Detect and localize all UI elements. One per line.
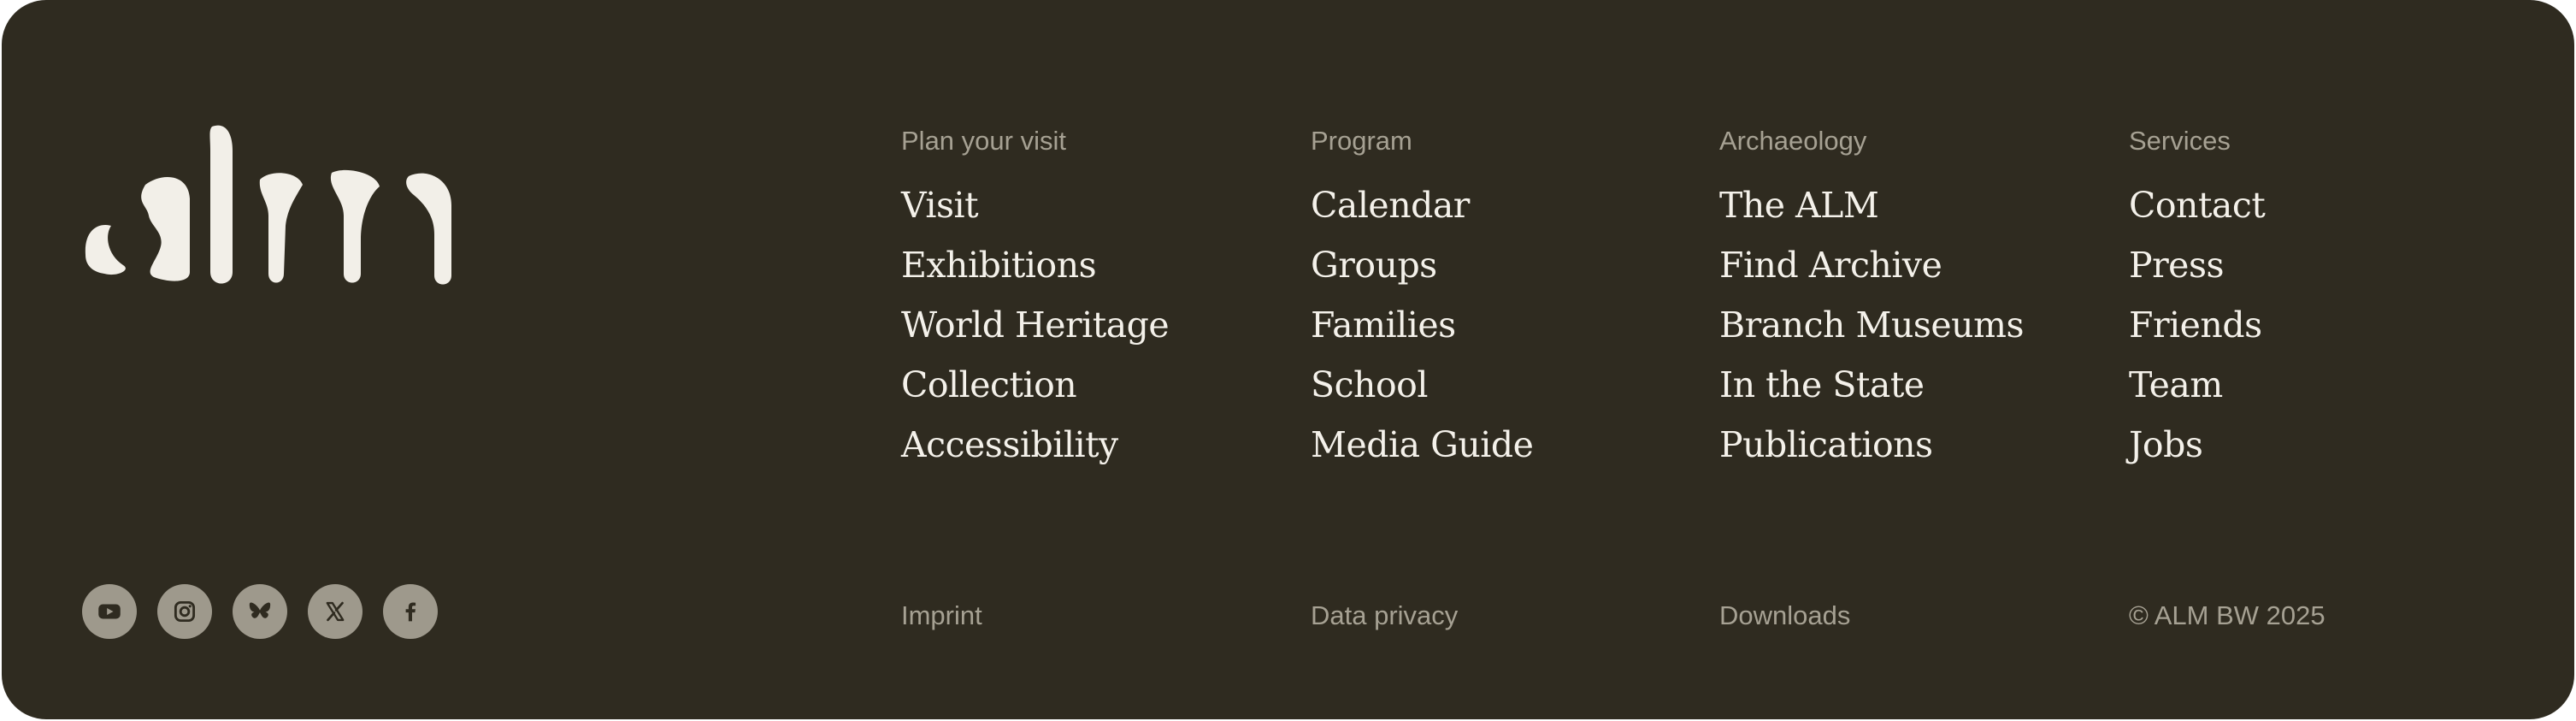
youtube-button[interactable] xyxy=(82,584,137,639)
footer-link-press[interactable]: Press xyxy=(2129,235,2265,295)
footer-link-jobs[interactable]: Jobs xyxy=(2129,415,2265,475)
link-list: Contact Press Friends Team Jobs xyxy=(2129,175,2266,475)
footer-link-friends[interactable]: Friends xyxy=(2129,295,2265,355)
footer-link-publications[interactable]: Publications xyxy=(1719,415,2024,475)
footer-link-calendar[interactable]: Calendar xyxy=(1311,175,1533,235)
link-list: Calendar Groups Families School Media Gu… xyxy=(1311,175,1534,475)
instagram-icon xyxy=(174,600,196,623)
footer-link-accessibility[interactable]: Accessibility xyxy=(901,415,1169,475)
alm-logo-icon xyxy=(85,125,451,285)
footer-link-groups[interactable]: Groups xyxy=(1311,235,1533,295)
footer-link-the-alm[interactable]: The ALM xyxy=(1719,175,2024,235)
instagram-button[interactable] xyxy=(157,584,212,639)
bluesky-icon xyxy=(249,602,271,618)
x-button[interactable] xyxy=(308,584,363,639)
footer-link-visit[interactable]: Visit xyxy=(901,175,1169,235)
column-heading: Program xyxy=(1311,126,1412,156)
link-list: Visit Exhibitions World Heritage Collect… xyxy=(901,175,1170,475)
footer-link-branch-museums[interactable]: Branch Museums xyxy=(1719,295,2025,355)
footer-link-school[interactable]: School xyxy=(1311,355,1533,415)
column-heading: Services xyxy=(2129,126,2231,156)
downloads-link[interactable]: Downloads xyxy=(1719,600,1850,631)
column-heading: Archaeology xyxy=(1719,126,1867,156)
x-icon xyxy=(326,601,345,622)
column-heading: Plan your visit xyxy=(901,126,1066,156)
facebook-button[interactable] xyxy=(383,584,438,639)
footer-link-team[interactable]: Team xyxy=(2129,355,2265,415)
data-privacy-link[interactable]: Data privacy xyxy=(1311,600,1458,631)
alm-logo[interactable] xyxy=(82,120,458,291)
social-links xyxy=(82,584,438,639)
site-footer: Plan your visit Visit Exhibitions World … xyxy=(2,0,2574,719)
footer-link-exhibitions[interactable]: Exhibitions xyxy=(901,235,1169,295)
bluesky-button[interactable] xyxy=(233,584,287,639)
imprint-link[interactable]: Imprint xyxy=(901,600,982,631)
footer-link-world-heritage[interactable]: World Heritage xyxy=(901,295,1170,355)
footer-link-find-archive[interactable]: Find Archive xyxy=(1719,235,2024,295)
footer-link-families[interactable]: Families xyxy=(1311,295,1533,355)
footer-link-contact[interactable]: Contact xyxy=(2129,175,2266,235)
link-list: The ALM Find Archive Branch Museums In t… xyxy=(1719,175,2025,475)
copyright-text: © ALM BW 2025 xyxy=(2129,600,2325,630)
footer-link-collection[interactable]: Collection xyxy=(901,355,1169,415)
facebook-icon xyxy=(405,602,416,622)
footer-link-media-guide[interactable]: Media Guide xyxy=(1311,415,1534,475)
youtube-icon xyxy=(98,604,121,619)
footer-link-in-the-state[interactable]: In the State xyxy=(1719,355,2024,415)
